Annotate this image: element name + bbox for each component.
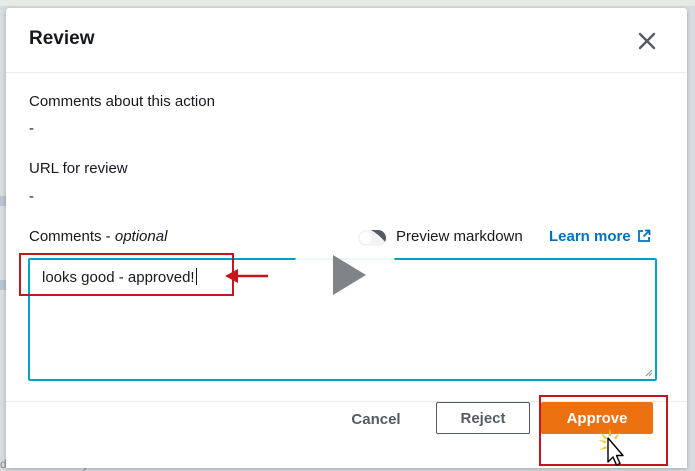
annotation-highlight-comment [19, 253, 234, 296]
mouse-cursor-icon [598, 428, 624, 466]
resize-handle-icon[interactable] [645, 369, 653, 377]
comments-optional-label: optional [114, 228, 168, 245]
url-for-review-label: URL for review [29, 160, 128, 177]
learn-more-link[interactable]: Learn more [549, 228, 651, 245]
annotation-arrow-icon [225, 269, 268, 283]
close-icon [638, 32, 656, 50]
modal-title: Review [29, 28, 95, 49]
learn-more-label: Learn more [549, 228, 631, 245]
comments-label: Comments - optional [29, 228, 167, 245]
background-top-bar [0, 0, 695, 6]
preview-markdown-label: Preview markdown [396, 228, 523, 245]
reject-button[interactable]: Reject [436, 402, 530, 434]
comments-label-text: Comments - [29, 228, 115, 245]
modal-header: Review [6, 8, 687, 73]
url-for-review-value: - [29, 188, 34, 205]
cancel-button[interactable]: Cancel [335, 403, 417, 435]
comments-about-action-label: Comments about this action [29, 93, 215, 110]
comments-about-action-value: - [29, 120, 34, 137]
play-button-icon[interactable] [292, 222, 398, 328]
close-button[interactable] [634, 28, 660, 54]
external-link-icon [637, 229, 651, 242]
